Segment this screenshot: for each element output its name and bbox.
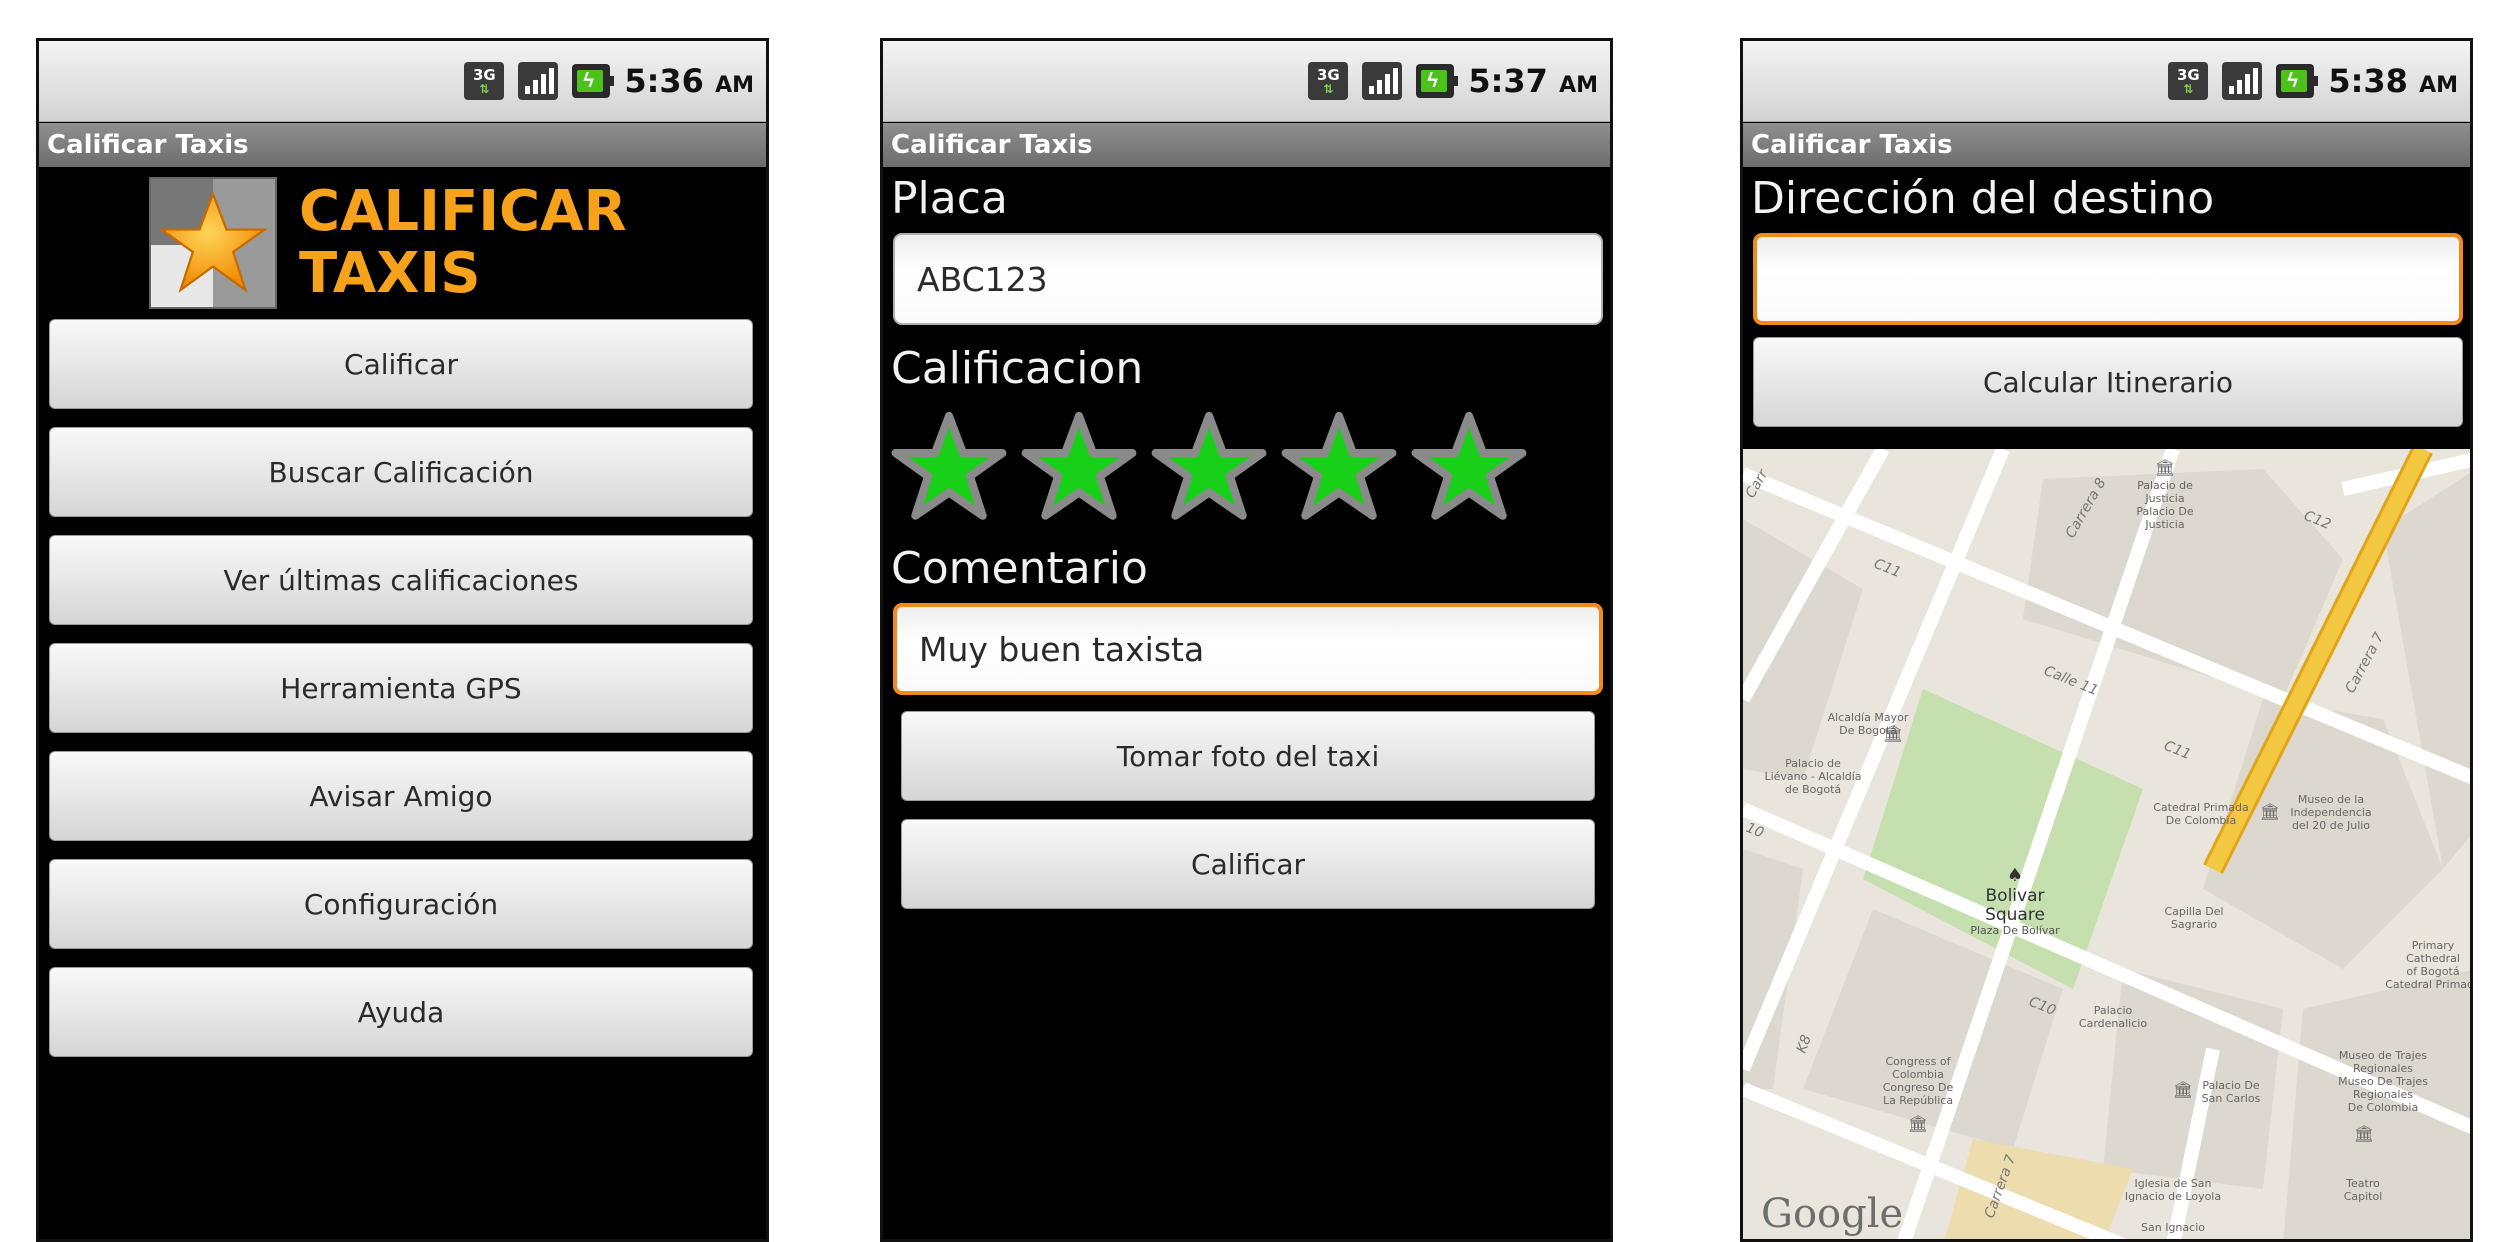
map-label: Justicia bbox=[2144, 518, 2184, 531]
map-label: Palacio bbox=[2094, 1004, 2133, 1017]
status-bar: 3G ⇅ ϟ 5:38 AM bbox=[1743, 41, 2470, 122]
map-label: Museo de la bbox=[2298, 793, 2364, 806]
buscar-calificacion-button[interactable]: Buscar Calificación bbox=[49, 427, 753, 517]
tomar-foto-button[interactable]: Tomar foto del taxi bbox=[901, 711, 1595, 801]
map-label: del 20 de Julio bbox=[2292, 819, 2370, 832]
herramienta-gps-button[interactable]: Herramienta GPS bbox=[49, 643, 753, 733]
logo-text-line2: TAXIS bbox=[299, 241, 481, 306]
map-label: Cardenalicio bbox=[2079, 1017, 2147, 1030]
map-label: Palacio De bbox=[2136, 505, 2193, 518]
map-canvas: 🏛 🏛 🏛 ♠ 🏛 🏛 🏛 Palacio de Justicia Palaci… bbox=[1743, 449, 2470, 1239]
star-icon[interactable] bbox=[891, 411, 1007, 523]
rating-bar[interactable] bbox=[891, 411, 1527, 523]
signal-icon bbox=[1362, 62, 1403, 100]
screen-main-menu: 3G ⇅ ϟ 5:36 AM Calificar Taxis CALIFICAR T… bbox=[36, 38, 769, 1242]
calcular-itinerario-button[interactable]: Calcular Itinerario bbox=[1753, 337, 2463, 427]
map-label: Congreso De bbox=[1883, 1081, 1954, 1094]
app-title: Calificar Taxis bbox=[39, 123, 766, 167]
map-label: Catedral Primada bbox=[2385, 978, 2470, 991]
battery-charging-icon: ϟ bbox=[2276, 64, 2319, 98]
avisar-amigo-button[interactable]: Avisar Amigo bbox=[49, 751, 753, 841]
map-label: Congress of bbox=[1886, 1055, 1952, 1068]
placa-label: Placa bbox=[891, 173, 1008, 224]
map-label: Ignacio de Loyola bbox=[2125, 1190, 2221, 1203]
destino-label: Dirección del destino bbox=[1751, 173, 2215, 224]
star-logo-icon bbox=[149, 177, 277, 309]
app-title: Calificar Taxis bbox=[1743, 123, 2470, 167]
calificar-button[interactable]: Calificar bbox=[49, 319, 753, 409]
map-label: De Colombia bbox=[2166, 814, 2236, 827]
status-bar: 3G ⇅ ϟ 5:36 AM bbox=[39, 41, 766, 122]
star-icon[interactable] bbox=[1411, 411, 1527, 523]
map-label: Cathedral bbox=[2406, 952, 2460, 965]
map-label: Museo de Trajes bbox=[2339, 1049, 2428, 1062]
calificar-submit-button[interactable]: Calificar bbox=[901, 819, 1595, 909]
map-label: La República bbox=[1883, 1094, 1953, 1107]
status-clock: 5:37 AM bbox=[1468, 62, 1598, 100]
map-label: Palacio de bbox=[1785, 757, 1841, 770]
map-label: Bolivar bbox=[1986, 886, 2045, 906]
configuracion-button[interactable]: Configuración bbox=[49, 859, 753, 949]
placa-input[interactable]: ABC123 bbox=[893, 233, 1603, 325]
comentario-label: Comentario bbox=[891, 543, 1148, 594]
map-label: San Ignacio bbox=[2141, 1221, 2205, 1234]
map-label: Justicia bbox=[2144, 492, 2184, 505]
map-label: Teatro bbox=[2345, 1177, 2380, 1190]
logo-text-line1: CALIFICAR bbox=[299, 179, 627, 244]
status-clock: 5:38 AM bbox=[2328, 62, 2458, 100]
map-label: San Carlos bbox=[2202, 1092, 2261, 1105]
map-label: Palacio De bbox=[2202, 1079, 2259, 1092]
map-attribution: Google bbox=[1761, 1191, 1904, 1237]
battery-charging-icon: ϟ bbox=[572, 64, 615, 98]
map-label: Catedral Primada bbox=[2153, 801, 2249, 814]
map-label: De Colombia bbox=[2348, 1101, 2418, 1114]
map-label: de Bogotá bbox=[1785, 783, 1841, 796]
map-label: Iglesia de San bbox=[2134, 1177, 2211, 1190]
status-bar: 3G ⇅ ϟ 5:37 AM bbox=[883, 41, 1610, 122]
map-label: Square bbox=[1985, 905, 2045, 925]
map-label: of Bogotá bbox=[2406, 965, 2459, 978]
svg-text:♠: ♠ bbox=[2007, 865, 2023, 886]
status-clock: 5:36 AM bbox=[624, 62, 754, 100]
map-label: Independencia bbox=[2290, 806, 2371, 819]
map-label: Plaza De Bolívar bbox=[1970, 924, 2060, 937]
star-icon[interactable] bbox=[1281, 411, 1397, 523]
ver-ultimas-button[interactable]: Ver últimas calificaciones bbox=[49, 535, 753, 625]
battery-charging-icon: ϟ bbox=[1416, 64, 1459, 98]
map-label: Regionales bbox=[2353, 1062, 2413, 1075]
calificacion-label: Calificacion bbox=[891, 343, 1144, 394]
svg-text:🏛: 🏛 bbox=[2155, 458, 2175, 477]
map-label: Capilla Del bbox=[2164, 905, 2223, 918]
network-3g-icon: 3G ⇅ bbox=[2168, 62, 2209, 100]
map-label: Colombia bbox=[1892, 1068, 1944, 1081]
map-label: Sagrario bbox=[2171, 918, 2218, 931]
svg-text:🏛: 🏛 bbox=[1908, 1114, 1928, 1133]
map-view[interactable]: 🏛 🏛 🏛 ♠ 🏛 🏛 🏛 Palacio de Justicia Palaci… bbox=[1743, 449, 2470, 1239]
map-label: Regionales bbox=[2353, 1088, 2413, 1101]
map-label: Museo De Trajes bbox=[2338, 1075, 2428, 1088]
signal-icon bbox=[2222, 62, 2263, 100]
app-logo: CALIFICAR TAXIS bbox=[149, 177, 649, 312]
network-3g-icon: 3G ⇅ bbox=[1308, 62, 1349, 100]
svg-text:🏛: 🏛 bbox=[2354, 1124, 2374, 1143]
screen-gps-tool: 3G ⇅ ϟ 5:38 AM Calificar Taxis Dirección … bbox=[1740, 38, 2473, 1242]
star-icon[interactable] bbox=[1021, 411, 1137, 523]
map-label: Alcaldía Mayor bbox=[1828, 711, 1909, 724]
svg-text:🏛: 🏛 bbox=[2260, 802, 2280, 821]
screen-rate-taxi: 3G ⇅ ϟ 5:37 AM Calificar Taxis Placa ABC1… bbox=[880, 38, 1613, 1242]
ayuda-button[interactable]: Ayuda bbox=[49, 967, 753, 1057]
map-label: De Bogotá bbox=[1839, 724, 1897, 737]
comentario-input[interactable]: Muy buen taxista bbox=[893, 603, 1603, 695]
signal-icon bbox=[518, 62, 559, 100]
destino-input[interactable] bbox=[1753, 233, 2463, 325]
network-3g-icon: 3G ⇅ bbox=[464, 62, 505, 100]
map-label: Palacio de bbox=[2137, 479, 2193, 492]
map-label: Liévano - Alcaldía bbox=[1764, 770, 1861, 783]
svg-text:🏛: 🏛 bbox=[2173, 1080, 2193, 1099]
star-icon[interactable] bbox=[1151, 411, 1267, 523]
map-label: Capitol bbox=[2344, 1190, 2383, 1203]
app-title: Calificar Taxis bbox=[883, 123, 1610, 167]
map-label: Primary bbox=[2412, 939, 2455, 952]
